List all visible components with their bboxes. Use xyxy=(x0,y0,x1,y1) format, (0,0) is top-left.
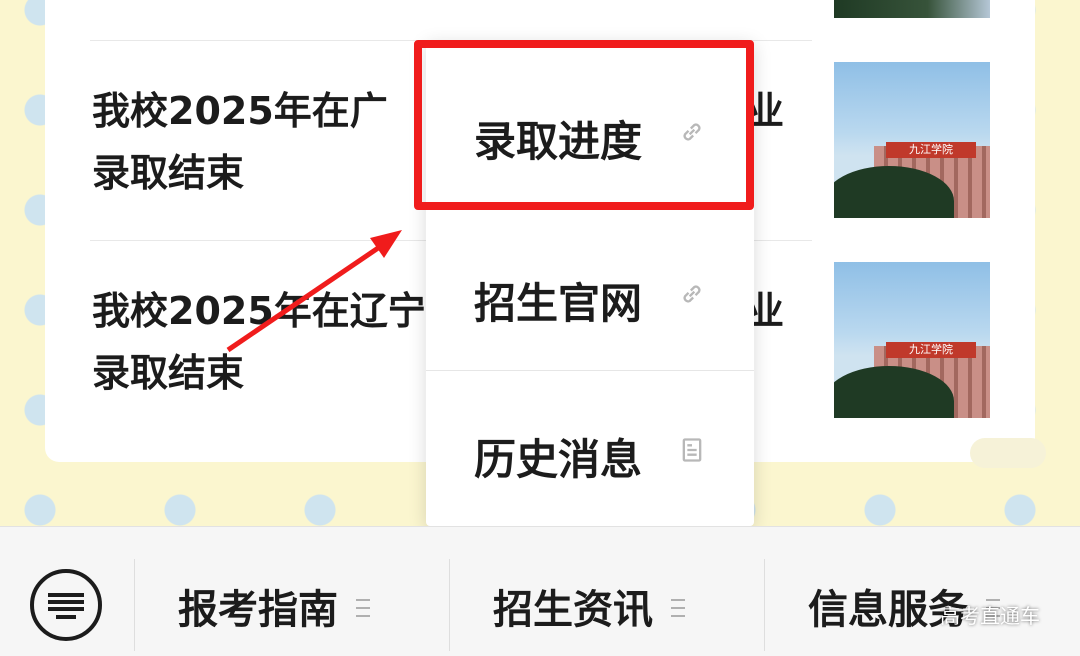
thumbnail-sign: 九江学院 xyxy=(886,342,976,358)
link-icon xyxy=(683,285,701,303)
highlight-box xyxy=(414,40,754,210)
faint-pill xyxy=(970,438,1046,468)
menu-lines-icon xyxy=(356,599,370,617)
keyboard-icon xyxy=(48,593,84,619)
menu-divider xyxy=(426,370,754,371)
tab-label: 招生资讯 xyxy=(493,587,653,633)
document-icon xyxy=(682,438,702,462)
menu-item-label: 招生官网 xyxy=(474,279,643,328)
article-thumbnail[interactable]: 九江学院 xyxy=(834,62,990,218)
menu-item-admissions-website[interactable]: 招生官网 xyxy=(426,232,754,352)
tab-separator xyxy=(134,559,135,651)
menu-item-history-messages[interactable]: 历史消息 xyxy=(426,388,754,508)
tab-admissions-news[interactable]: 招生资讯 xyxy=(493,577,685,637)
tab-application-guide[interactable]: 报考指南 xyxy=(178,577,370,637)
tab-separator xyxy=(449,559,450,651)
watermark: 高考直通车 xyxy=(940,604,1040,628)
menu-lines-icon xyxy=(671,599,685,617)
article-thumbnail[interactable]: 九江学院 xyxy=(834,262,990,418)
tab-label: 报考指南 xyxy=(178,587,338,633)
tab-separator xyxy=(764,559,765,651)
bottom-menu-bar: 报考指南 招生资讯 信息服务 xyxy=(0,526,1080,656)
keyboard-toggle-button[interactable] xyxy=(30,569,102,641)
thumbnail-sign: 九江学院 xyxy=(886,142,976,158)
article-thumbnail-partial[interactable] xyxy=(834,0,990,18)
menu-item-label: 历史消息 xyxy=(474,435,643,484)
